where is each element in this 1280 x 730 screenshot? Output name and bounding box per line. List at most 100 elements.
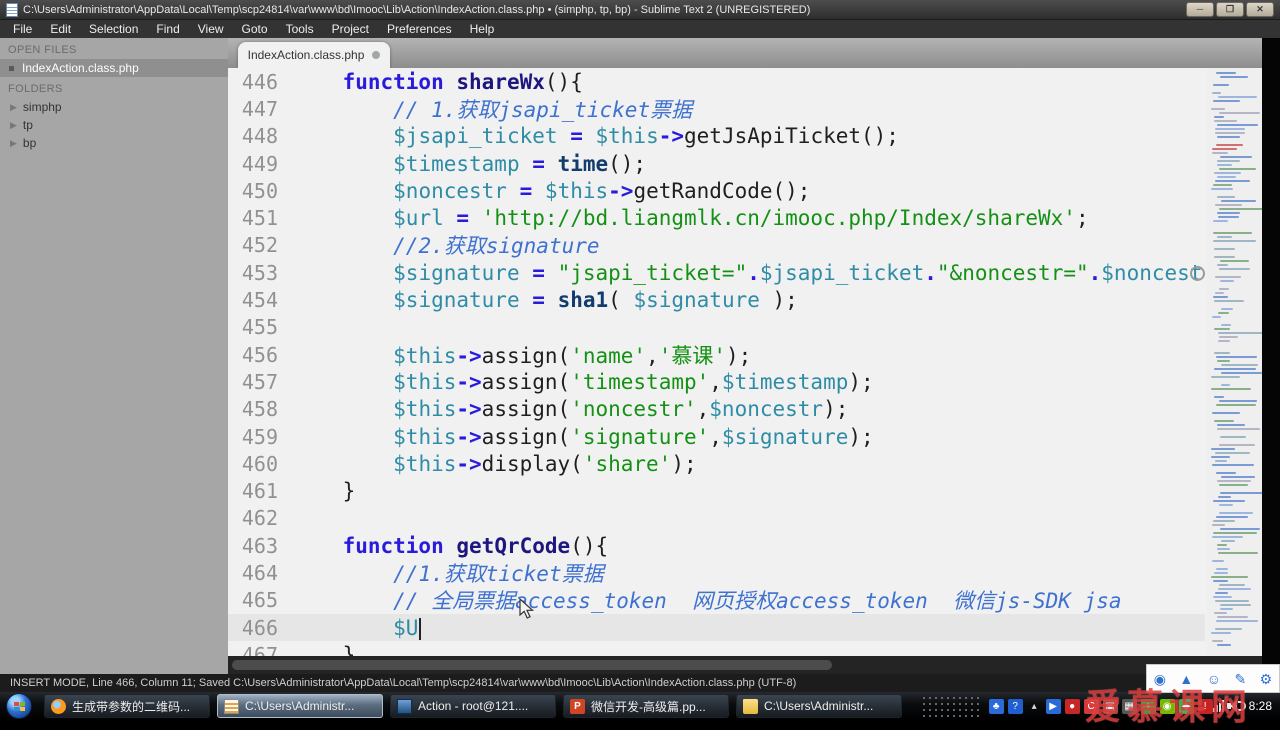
folder-icon bbox=[743, 699, 758, 714]
code-line-447[interactable]: 447 // 1.获取jsapi_ticket票据 bbox=[228, 95, 1205, 122]
recorder-toolbar: ◉ ▲ ☺ ✎ ⚙ bbox=[1146, 664, 1280, 693]
nvidia-icon[interactable]: ◉ bbox=[1160, 699, 1175, 714]
battery-saver-icon[interactable]: + bbox=[1141, 699, 1156, 714]
menu-help[interactable]: Help bbox=[461, 20, 504, 38]
start-button[interactable] bbox=[6, 693, 32, 719]
menu-view[interactable]: View bbox=[189, 20, 233, 38]
menu-bar: FileEditSelectionFindViewGotoToolsProjec… bbox=[0, 20, 1280, 38]
folder-arrow-icon[interactable]: ▶ bbox=[10, 102, 17, 113]
code-line-454[interactable]: 454 $signature = sha1( $signature ); bbox=[228, 286, 1205, 313]
sidebar-folder-bp[interactable]: ▶ bp bbox=[0, 134, 228, 152]
code-line-455[interactable]: 455 bbox=[228, 314, 1205, 341]
minimap-line bbox=[1212, 92, 1221, 94]
settings-gear-icon[interactable]: ⚙ bbox=[1260, 672, 1273, 686]
minimap-line bbox=[1219, 504, 1234, 506]
screen-record-icon[interactable]: ● bbox=[1065, 699, 1080, 714]
minimap-line bbox=[1211, 188, 1233, 190]
toolbar-grip bbox=[921, 695, 983, 717]
menu-goto[interactable]: Goto bbox=[233, 20, 277, 38]
code-line-456[interactable]: 456 $this->assign('name','慕课'); bbox=[228, 341, 1205, 368]
code-line-466[interactable]: 466 $U bbox=[228, 614, 1205, 641]
minimap-line bbox=[1213, 240, 1256, 242]
code-line-448[interactable]: 448 $jsapi_ticket = $this->getJsApiTicke… bbox=[228, 123, 1205, 150]
smiley-icon[interactable]: ☺ bbox=[1207, 672, 1221, 686]
folder-name: bp bbox=[23, 136, 36, 150]
horizontal-scrollbar-thumb[interactable] bbox=[232, 660, 832, 670]
battery-alert-icon[interactable]: ! bbox=[1198, 699, 1213, 714]
taskbar-button[interactable]: 生成带参数的二维码... bbox=[44, 694, 210, 718]
code-line-460[interactable]: 460 $this->display('share'); bbox=[228, 450, 1205, 477]
taskbar-button[interactable]: Action - root@121.... bbox=[390, 694, 556, 718]
code-editor[interactable]: 446 function shareWx(){447 // 1.获取jsapi_… bbox=[228, 68, 1205, 656]
taskbar-button[interactable]: C:\Users\Administr... bbox=[217, 694, 383, 718]
minimap-line bbox=[1213, 520, 1235, 522]
minimap-line bbox=[1215, 204, 1242, 206]
code-line-453[interactable]: 453 $signature = "jsapi_ticket=".$jsapi_… bbox=[228, 259, 1205, 286]
code-line-462[interactable]: 462 bbox=[228, 505, 1205, 532]
minimap-line bbox=[1212, 464, 1254, 466]
menu-find[interactable]: Find bbox=[147, 20, 188, 38]
code-line-467[interactable]: 467 } bbox=[228, 641, 1205, 656]
capture-icon[interactable]: C bbox=[1084, 699, 1099, 714]
menu-tools[interactable]: Tools bbox=[277, 20, 323, 38]
menu-project[interactable]: Project bbox=[323, 20, 378, 38]
open-file-name: IndexAction.class.php bbox=[22, 61, 139, 75]
menu-selection[interactable]: Selection bbox=[80, 20, 147, 38]
sidebar-folder-tp[interactable]: ▶tp bbox=[0, 116, 228, 134]
menu-preferences[interactable]: Preferences bbox=[378, 20, 461, 38]
pencil-icon[interactable]: ✎ bbox=[1234, 672, 1246, 686]
menu-file[interactable]: File bbox=[4, 20, 41, 38]
code-line-465[interactable]: 465 // 全局票据access_token 网页授权access_token… bbox=[228, 587, 1205, 614]
media-player-icon[interactable]: ▶ bbox=[1046, 699, 1061, 714]
code-line-450[interactable]: 450 $noncestr = $this->getRandCode(); bbox=[228, 177, 1205, 204]
tray-clock[interactable]: 8:28 bbox=[1249, 699, 1272, 713]
horizontal-scrollbar[interactable] bbox=[228, 656, 1262, 674]
cam-icon[interactable]: ▣ bbox=[1103, 699, 1118, 714]
tab-indexaction[interactable]: IndexAction.class.php bbox=[238, 42, 390, 68]
title-bar: C:\Users\Administrator\AppData\Local\Tem… bbox=[0, 0, 1280, 20]
minimap-line bbox=[1221, 364, 1258, 366]
minimize-button[interactable]: ─ bbox=[1186, 2, 1214, 17]
folder-arrow-icon[interactable]: ▶ bbox=[10, 120, 17, 131]
help-icon[interactable]: ? bbox=[1008, 699, 1023, 714]
open-file-item[interactable]: IndexAction.class.php bbox=[0, 59, 228, 77]
code-line-459[interactable]: 459 $this->assign('signature',$signature… bbox=[228, 423, 1205, 450]
taskbar-button[interactable]: P微信开发-高级篇.pp... bbox=[563, 694, 729, 718]
code-line-457[interactable]: 457 $this->assign('timestamp',$timestamp… bbox=[228, 368, 1205, 395]
code-line-452[interactable]: 452 //2.获取signature bbox=[228, 232, 1205, 259]
taskbar-button[interactable]: C:\Users\Administr... bbox=[736, 694, 902, 718]
code-line-446[interactable]: 446 function shareWx(){ bbox=[228, 68, 1205, 95]
code-line-461[interactable]: 461 } bbox=[228, 477, 1205, 504]
pet-paw-icon[interactable]: ♣ bbox=[989, 699, 1004, 714]
code-line-449[interactable]: 449 $timestamp = time(); bbox=[228, 150, 1205, 177]
network-signal-icon[interactable] bbox=[1213, 700, 1227, 712]
volume-icon[interactable] bbox=[1227, 699, 1243, 713]
minimap-line bbox=[1220, 280, 1234, 282]
code-line-464[interactable]: 464 //1.获取ticket票据 bbox=[228, 559, 1205, 586]
line-number: 462 bbox=[228, 506, 292, 530]
code-text: //1.获取ticket票据 bbox=[292, 558, 1205, 588]
minimap-line bbox=[1214, 116, 1223, 118]
capture-icon[interactable]: ◉ bbox=[1154, 672, 1166, 686]
close-file-icon[interactable] bbox=[9, 66, 14, 71]
tab-bar: IndexAction.class.php bbox=[228, 38, 1262, 68]
close-button[interactable]: ✕ bbox=[1246, 2, 1274, 17]
minimap-line bbox=[1215, 600, 1250, 602]
minimap-line bbox=[1221, 324, 1231, 326]
restore-button[interactable]: ❐ bbox=[1216, 2, 1244, 17]
security-shield-icon[interactable]: ◆ bbox=[1179, 699, 1194, 714]
code-line-451[interactable]: 451 $url = 'http://bd.liangmlk.cn/imooc.… bbox=[228, 204, 1205, 231]
code-line-458[interactable]: 458 $this->assign('noncestr',$noncestr); bbox=[228, 396, 1205, 423]
ime-keyboard-icon[interactable]: ▦ bbox=[1122, 699, 1137, 714]
show-hidden-icon[interactable]: ▴ bbox=[1027, 699, 1042, 714]
sidebar-folder-simphp[interactable]: ▶simphp bbox=[0, 98, 228, 116]
code-text: $U bbox=[292, 616, 1205, 640]
code-text: function shareWx(){ bbox=[292, 70, 1205, 94]
minimap-line bbox=[1217, 360, 1230, 362]
code-line-463[interactable]: 463 function getQrCode(){ bbox=[228, 532, 1205, 559]
minimap[interactable] bbox=[1207, 68, 1262, 656]
minimap-line bbox=[1217, 164, 1232, 166]
shapes-icon[interactable]: ▲ bbox=[1179, 672, 1193, 686]
folder-arrow-icon[interactable]: ▶ bbox=[10, 138, 17, 149]
menu-edit[interactable]: Edit bbox=[41, 20, 80, 38]
